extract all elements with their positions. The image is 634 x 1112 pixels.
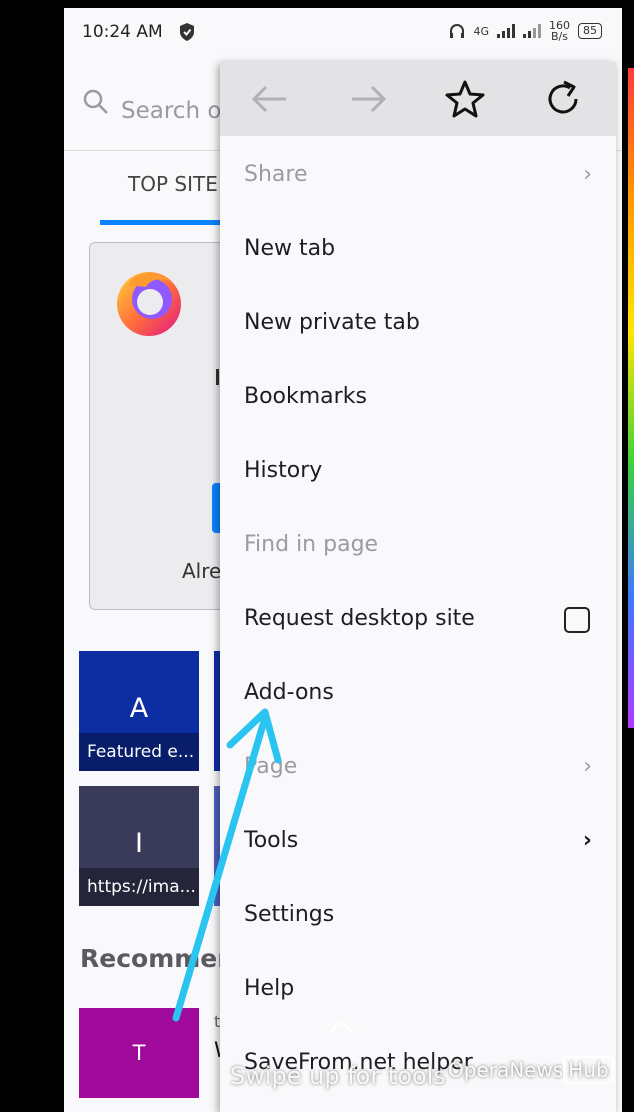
menu-item-history[interactable]: History xyxy=(244,434,604,508)
chevron-right-icon: › xyxy=(583,162,592,187)
menu-item-label: History xyxy=(244,458,323,483)
menu-item-label: Add-ons xyxy=(244,680,334,705)
tile-caption: Featured e... xyxy=(79,733,199,771)
reload-icon[interactable] xyxy=(540,76,586,122)
tile-caption: https://ima... xyxy=(79,868,199,906)
battery-level: 85 xyxy=(578,23,602,39)
firefox-logo-icon xyxy=(117,272,181,336)
back-arrow-icon[interactable] xyxy=(246,76,292,122)
menu-item-add-ons[interactable]: Add-ons xyxy=(244,656,604,730)
recommended-heading: Recommen xyxy=(80,944,236,973)
signal-icon xyxy=(497,24,515,38)
menu-item-settings[interactable]: Settings xyxy=(244,878,604,952)
menu-item-bookmarks[interactable]: Bookmarks xyxy=(244,360,604,434)
menu-item-label: Settings xyxy=(244,902,335,927)
shield-icon xyxy=(180,23,194,41)
menu-item-label: Find in page xyxy=(244,532,379,557)
menu-item-find-in-page[interactable]: Find in page xyxy=(244,508,604,582)
watermark: OperaNews Hub xyxy=(448,1056,614,1084)
status-time: 10:24 AM xyxy=(82,22,163,42)
net-speed: 160 B/s xyxy=(549,19,570,43)
top-site-tile[interactable]: I https://ima... xyxy=(79,786,199,906)
menu-item-share[interactable]: Share › xyxy=(244,138,604,212)
menu-item-new-private-tab[interactable]: New private tab xyxy=(244,286,604,360)
menu-item-label: Page xyxy=(244,754,298,779)
card-text-fragment xyxy=(216,369,219,385)
recommended-thumbnail[interactable]: T xyxy=(79,1008,199,1098)
status-icons: 4G 160 B/s 85 xyxy=(449,20,602,42)
tab-indicator xyxy=(100,220,230,225)
swipe-up-hint: Swipe up for tools xyxy=(230,1062,446,1090)
menu-item-new-tab[interactable]: New tab xyxy=(244,212,604,286)
chevron-up-icon xyxy=(329,1019,353,1033)
chevron-right-icon: › xyxy=(582,828,592,853)
menu-item-label: Bookmarks xyxy=(244,384,367,409)
menu-item-label: Tools xyxy=(244,828,299,853)
top-site-tile[interactable]: A Featured e... xyxy=(79,651,199,771)
menu-item-label: New private tab xyxy=(244,310,420,335)
signal-icon-2 xyxy=(523,24,541,38)
menu-item-label: New tab xyxy=(244,236,336,261)
menu-item-label: Share xyxy=(244,162,308,187)
watermark-brand: OperaNews xyxy=(448,1058,564,1082)
menu-item-tools[interactable]: Tools › xyxy=(244,804,604,878)
chevron-right-icon: › xyxy=(583,754,592,779)
headset-icon xyxy=(450,24,465,38)
tile-letter: A xyxy=(129,693,149,724)
status-bar: 10:24 AM 4G 160 B/s 85 xyxy=(64,8,622,58)
menu-item-label: Request desktop site xyxy=(244,606,475,631)
tile-letter: I xyxy=(135,828,143,859)
search-placeholder: Search o xyxy=(121,98,222,124)
network-type: 4G xyxy=(473,24,489,38)
desktop-site-checkbox[interactable] xyxy=(564,607,590,633)
search-icon xyxy=(83,89,108,114)
browser-menu: Share › New tab New private tab Bookmark… xyxy=(220,62,616,1112)
menu-item-page[interactable]: Page › xyxy=(244,730,604,804)
tab-top-sites[interactable]: TOP SITE xyxy=(128,172,218,196)
already-have-account-text: Alre xyxy=(182,559,222,583)
forward-arrow-icon[interactable] xyxy=(346,76,392,122)
bookmark-star-icon[interactable] xyxy=(442,76,488,122)
watermark-suffix: Hub xyxy=(563,1056,614,1084)
menu-nav-bar xyxy=(220,62,616,136)
menu-item-help[interactable]: Help xyxy=(244,952,604,1026)
edge-panel-handle[interactable] xyxy=(628,68,634,728)
menu-item-label: Help xyxy=(244,976,295,1001)
menu-item-request-desktop-site[interactable]: Request desktop site xyxy=(244,582,604,656)
